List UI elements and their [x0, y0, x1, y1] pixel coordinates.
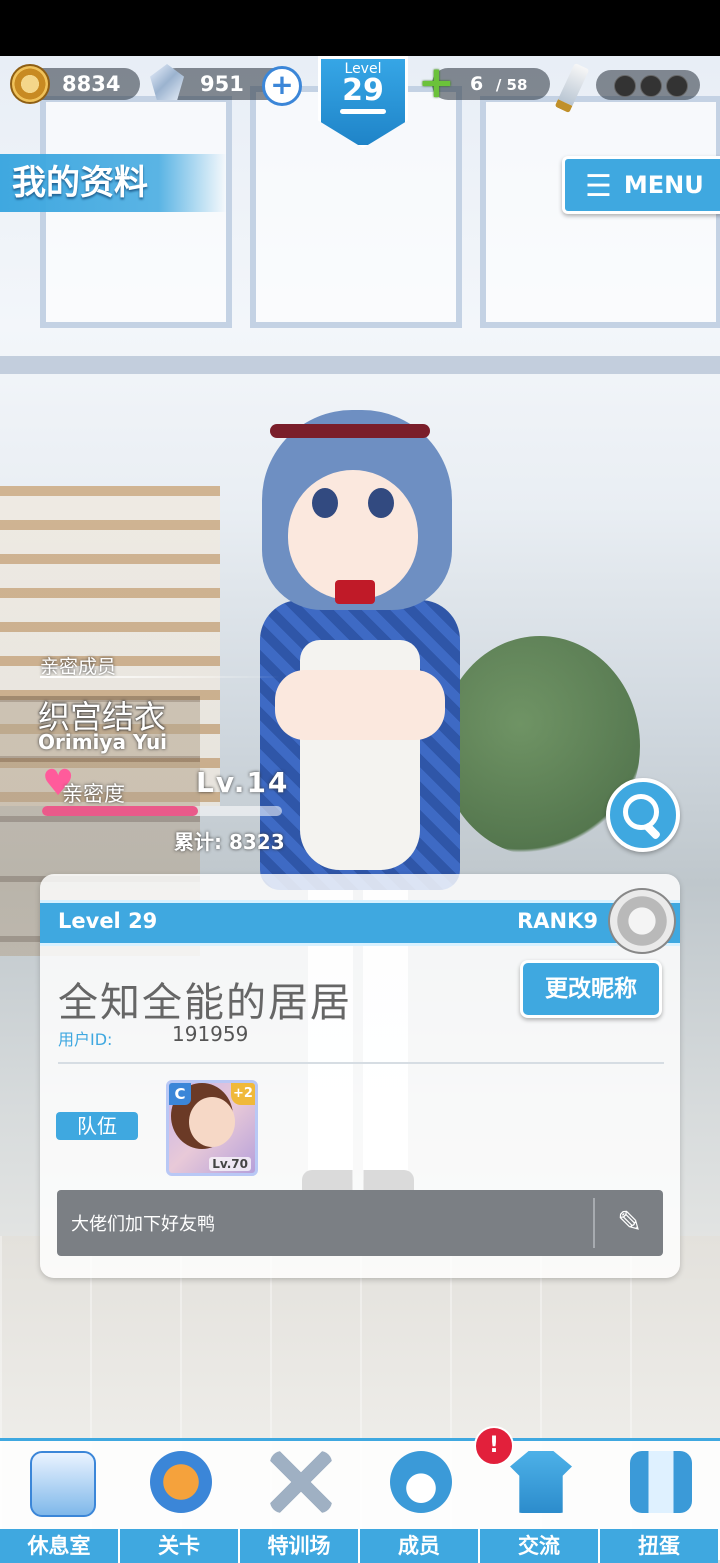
- profile-level: Level 29: [58, 909, 158, 933]
- affection-level: Lv.14: [196, 766, 290, 799]
- magnifier-handle: [642, 821, 662, 841]
- nav-label: 特训场: [240, 1529, 358, 1563]
- battle-point-dot: [640, 75, 662, 97]
- nav-label: 交流: [480, 1529, 598, 1563]
- divider: [40, 676, 280, 678]
- profile-card-header: Level 29 RANK9: [40, 900, 680, 946]
- pencil-icon[interactable]: ✎: [617, 1208, 647, 1238]
- character-bow: [335, 580, 375, 604]
- user-id-label: 用户ID:: [58, 1030, 113, 1049]
- character-eye: [312, 488, 338, 518]
- bottom-nav: 休息室 关卡 特训场 成员 交流 扭蛋: [0, 1438, 720, 1563]
- nav-separator: [118, 1529, 120, 1563]
- profile-rank: RANK9: [517, 909, 598, 933]
- affection-label: 亲密度: [62, 782, 125, 806]
- nav-label: 成员: [360, 1529, 478, 1563]
- add-gems-button[interactable]: +: [262, 66, 302, 106]
- battle-point-dot: [614, 75, 636, 97]
- gem-value: 951: [200, 72, 244, 96]
- stamina-plus-icon[interactable]: +: [418, 61, 455, 105]
- lounge-building-icon: [30, 1451, 96, 1517]
- nav-label: 休息室: [0, 1529, 118, 1563]
- rename-button[interactable]: 更改昵称: [520, 960, 662, 1018]
- crossed-swords-icon: [270, 1451, 332, 1513]
- background-window: [40, 96, 232, 328]
- curtain-icon: [630, 1451, 692, 1513]
- notification-badge: !: [474, 1426, 514, 1466]
- plus-badge: +2: [231, 1083, 255, 1105]
- hamburger-icon: ☰: [585, 169, 612, 204]
- divider: [593, 1198, 595, 1248]
- nickname: 全知全能的居居: [58, 980, 352, 1026]
- character-arms: [275, 670, 445, 740]
- dress-icon: [510, 1451, 572, 1513]
- menu-label: MENU: [623, 171, 704, 199]
- divider: [58, 1062, 664, 1064]
- profile-message-text: 大佬们加下好友鸭: [71, 1214, 215, 1235]
- profile-message-box[interactable]: 大佬们加下好友鸭 ✎: [57, 1190, 663, 1256]
- coin-value: 8834: [62, 72, 121, 96]
- character-headband: [270, 424, 430, 438]
- team-label: 队伍: [56, 1112, 138, 1140]
- nav-item-stages[interactable]: 关卡: [120, 1441, 238, 1563]
- stage-monster-icon: [150, 1451, 212, 1513]
- member-cat-icon: [390, 1451, 452, 1513]
- character-eye: [368, 488, 394, 518]
- team-member-card[interactable]: C +2 Lv.70: [166, 1080, 258, 1176]
- nav-item-lounge[interactable]: 休息室: [0, 1441, 118, 1563]
- character-name-en: Orimiya Yui: [38, 730, 168, 754]
- sword-icon: [554, 62, 590, 114]
- intimate-member-tag: 亲密成员: [40, 656, 117, 678]
- nav-item-training[interactable]: 特训场: [240, 1441, 358, 1563]
- nav-item-gacha[interactable]: 扭蛋: [600, 1441, 718, 1563]
- team-member-portrait: [189, 1097, 235, 1147]
- affection-progress-fill: [42, 806, 198, 816]
- team-member-level: Lv.70: [209, 1157, 251, 1171]
- stamina-current: 6: [470, 73, 484, 95]
- nav-separator: [598, 1529, 600, 1563]
- level-badge-value: 29: [342, 73, 384, 108]
- nav-label: 关卡: [120, 1529, 238, 1563]
- affection-progress-bar: [42, 806, 282, 816]
- nav-item-members[interactable]: 成员: [360, 1441, 478, 1563]
- nav-separator: [478, 1529, 480, 1563]
- coin-icon: [10, 64, 50, 104]
- user-id-value: 191959: [172, 1022, 249, 1046]
- nav-label: 扭蛋: [600, 1529, 718, 1563]
- nav-separator: [358, 1529, 360, 1563]
- battle-point-dot: [666, 75, 688, 97]
- page-title: 我的资料: [0, 154, 227, 212]
- profile-card: Level 29 RANK9 全知全能的居居 更改昵称 用户ID: 191959…: [40, 874, 680, 1278]
- zoom-button[interactable]: [606, 778, 680, 852]
- magnifier-icon: [623, 794, 659, 830]
- rarity-badge: C: [169, 1083, 191, 1105]
- nav-separator: [238, 1529, 240, 1563]
- background-beam: [0, 356, 720, 374]
- affection-total: 累计: 8323: [174, 830, 285, 854]
- rank-emblem-icon: [608, 888, 676, 954]
- stamina-max: / 58: [495, 76, 528, 94]
- level-exp-bar: [340, 109, 386, 114]
- menu-button[interactable]: ☰ MENU: [562, 156, 720, 214]
- battle-points: [596, 70, 700, 100]
